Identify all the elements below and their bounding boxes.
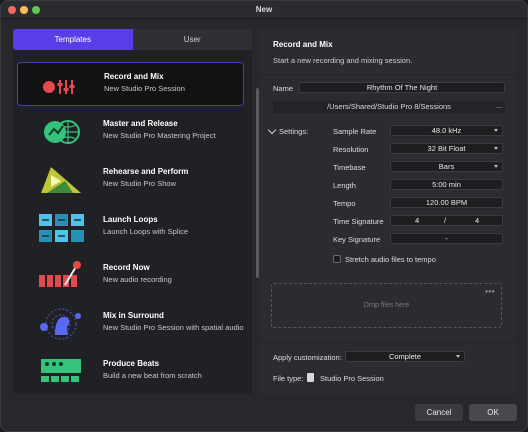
ok-button[interactable]: OK bbox=[469, 404, 517, 421]
chevron-down-icon bbox=[494, 165, 498, 168]
stretch-audio-checkbox[interactable] bbox=[333, 255, 341, 263]
window-title: New bbox=[255, 5, 273, 14]
template-list: Record and Mix New Studio Pro Session Ma… bbox=[13, 57, 252, 394]
template-subtitle: New Studio Pro Mastering Project bbox=[103, 131, 216, 140]
template-item-launch-loops[interactable]: Launch Loops Launch Loops with Splice bbox=[17, 206, 244, 250]
chevron-down-icon bbox=[494, 147, 498, 150]
templates-panel: Templates User Record and Mix New Studio… bbox=[13, 29, 259, 394]
template-item-record-now[interactable]: Record Now New audio recording bbox=[17, 254, 244, 298]
template-item-produce-beats[interactable]: Produce Beats Build a new beat from scra… bbox=[17, 350, 244, 394]
resolution-label: Resolution bbox=[333, 145, 369, 154]
template-title: Launch Loops bbox=[103, 215, 158, 224]
launch-loops-icon bbox=[39, 214, 84, 242]
template-subtitle: New Studio Pro Session with spatial audi… bbox=[103, 323, 244, 332]
tempo-field[interactable]: 120.00 BPM bbox=[390, 197, 503, 208]
dialog-footer: Cancel OK bbox=[1, 399, 527, 431]
key-signature-label: Key Signature bbox=[333, 235, 381, 244]
title-bar: New bbox=[1, 1, 527, 19]
template-title: Master and Release bbox=[103, 119, 178, 128]
timebase-value: Bars bbox=[438, 162, 455, 171]
key-signature-field[interactable]: - bbox=[390, 233, 503, 244]
master-release-icon bbox=[44, 120, 80, 144]
apply-customization-value: Complete bbox=[388, 352, 422, 361]
divider bbox=[259, 74, 517, 75]
file-drop-zone[interactable]: ••• Drop files here bbox=[271, 283, 502, 328]
details-panel: Record and Mix Start a new recording and… bbox=[259, 29, 517, 394]
template-title: Record and Mix bbox=[104, 72, 164, 81]
stretch-audio-label: Stretch audio files to tempo bbox=[345, 255, 436, 264]
surround-icon bbox=[40, 308, 81, 340]
template-subtitle: New Studio Pro Show bbox=[103, 179, 176, 188]
time-signature-denominator[interactable]: 4 bbox=[475, 216, 479, 225]
template-item-rehearse-and-perform[interactable]: Rehearse and Perform New Studio Pro Show bbox=[17, 158, 244, 202]
apply-customization-label: Apply customization: bbox=[273, 353, 342, 362]
time-signature-field[interactable]: 4 / 4 bbox=[390, 215, 503, 226]
length-label: Length bbox=[333, 181, 356, 190]
template-tabs: Templates User bbox=[13, 29, 252, 50]
time-signature-separator: / bbox=[444, 216, 447, 225]
chevron-down-icon bbox=[267, 125, 277, 135]
file-type-label: File type: bbox=[273, 374, 304, 383]
template-title: Rehearse and Perform bbox=[103, 167, 189, 176]
tab-user[interactable]: User bbox=[132, 29, 252, 50]
cancel-button[interactable]: Cancel bbox=[415, 404, 463, 421]
length-field[interactable]: 5:00 min bbox=[390, 179, 503, 190]
template-title: Record Now bbox=[103, 263, 150, 272]
record-now-icon bbox=[39, 261, 81, 287]
settings-label: Settings: bbox=[279, 127, 309, 136]
apply-customization-select[interactable]: Complete bbox=[345, 351, 465, 362]
name-label: Name bbox=[273, 84, 294, 93]
location-path-text: /Users/Shared/Studio Pro 8/Sessions bbox=[327, 102, 451, 111]
divider bbox=[259, 342, 517, 343]
template-title: Produce Beats bbox=[103, 359, 160, 368]
record-mix-icon bbox=[43, 80, 75, 94]
file-type-value: Studio Pro Session bbox=[320, 374, 384, 383]
timebase-label: Timebase bbox=[333, 163, 366, 172]
tempo-label: Tempo bbox=[333, 199, 356, 208]
template-item-mix-in-surround[interactable]: Mix in Surround New Studio Pro Session w… bbox=[17, 302, 244, 346]
new-session-dialog: New Templates User Record and Mix New St… bbox=[0, 0, 528, 432]
rehearse-perform-icon bbox=[41, 167, 81, 193]
template-item-master-and-release[interactable]: Master and Release New Studio Pro Master… bbox=[17, 110, 244, 154]
beats-icon bbox=[41, 359, 81, 382]
document-icon bbox=[307, 373, 314, 382]
template-subtitle: New Studio Pro Session bbox=[104, 84, 185, 93]
template-title: Mix in Surround bbox=[103, 311, 164, 320]
sample-rate-value: 48.0 kHz bbox=[431, 126, 462, 135]
resolution-value: 32 Bit Float bbox=[427, 144, 466, 153]
drop-zone-menu-button[interactable]: ••• bbox=[485, 287, 495, 296]
sample-rate-select[interactable]: 48.0 kHz bbox=[390, 125, 503, 136]
details-description: Start a new recording and mixing session… bbox=[273, 56, 413, 65]
template-subtitle: New audio recording bbox=[103, 275, 172, 284]
name-field[interactable]: Rhythm Of The Night bbox=[299, 82, 505, 93]
sample-rate-label: Sample Rate bbox=[333, 127, 377, 136]
location-path[interactable]: /Users/Shared/Studio Pro 8/Sessions ... bbox=[273, 101, 505, 113]
template-item-record-and-mix[interactable]: Record and Mix New Studio Pro Session bbox=[17, 62, 244, 106]
tab-templates[interactable]: Templates bbox=[13, 29, 133, 50]
resolution-select[interactable]: 32 Bit Float bbox=[390, 143, 503, 154]
time-signature-numerator[interactable]: 4 bbox=[415, 216, 419, 225]
browse-location-button[interactable]: ... bbox=[496, 101, 502, 113]
details-title: Record and Mix bbox=[273, 40, 333, 49]
template-subtitle: Launch Loops with Splice bbox=[103, 227, 189, 236]
template-subtitle: Build a new beat from scratch bbox=[103, 371, 202, 380]
time-signature-label: Time Signature bbox=[333, 217, 384, 226]
settings-toggle[interactable]: Settings: bbox=[267, 125, 309, 136]
chevron-down-icon bbox=[494, 129, 498, 132]
chevron-down-icon bbox=[456, 355, 460, 358]
timebase-select[interactable]: Bars bbox=[390, 161, 503, 172]
drop-zone-text: Drop files here bbox=[363, 302, 410, 309]
